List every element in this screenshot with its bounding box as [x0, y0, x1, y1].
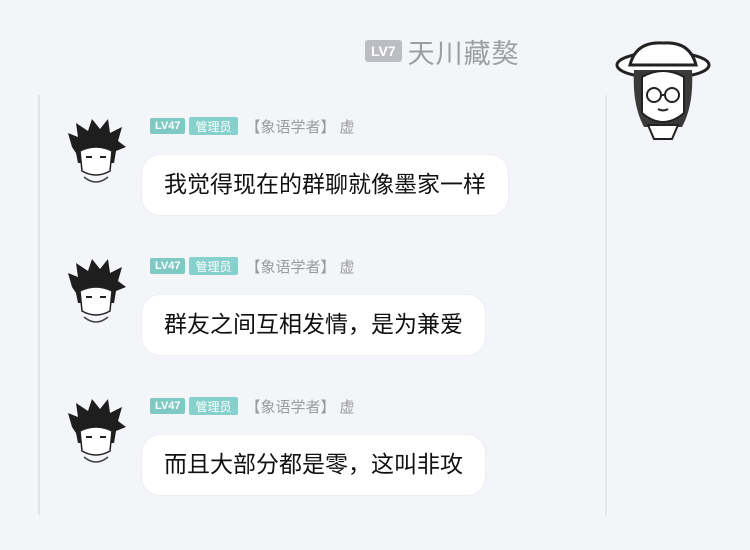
- role-badge: 管理员: [189, 257, 238, 275]
- sender-badges: LV47 管理员 【象语学者】 虚: [150, 255, 355, 277]
- level-badge: LV47: [150, 258, 186, 274]
- message-bubble[interactable]: 而且大部分都是零，这叫非攻: [142, 435, 485, 495]
- message-row: LV47 管理员 【象语学者】 虚 而且大部分都是零，这叫非攻: [0, 385, 750, 515]
- sender-avatar[interactable]: [66, 117, 126, 187]
- sender-nickname[interactable]: 虚: [340, 256, 355, 277]
- message-bubble[interactable]: 群友之间互相发情，是为兼爱: [142, 295, 485, 355]
- message-row: LV47 管理员 【象语学者】 虚 群友之间互相发情，是为兼爱: [0, 245, 750, 375]
- level-badge: LV47: [150, 118, 186, 134]
- role-badge: 管理员: [189, 117, 238, 135]
- message-row: LV47 管理员 【象语学者】 虚 我觉得现在的群聊就像墨家一样: [0, 105, 750, 235]
- sender-nickname[interactable]: 虚: [340, 396, 355, 417]
- message-bubble[interactable]: 我觉得现在的群聊就像墨家一样: [142, 155, 508, 215]
- role-badge: 管理员: [189, 397, 238, 415]
- level-badge: LV47: [150, 398, 186, 414]
- sender-avatar[interactable]: [66, 257, 126, 327]
- sender-nickname[interactable]: 虚: [340, 116, 355, 137]
- title-tag: 【象语学者】: [245, 257, 336, 276]
- sender-badges: LV47 管理员 【象语学者】 虚: [150, 115, 355, 137]
- sender-avatar[interactable]: [66, 397, 126, 467]
- title-tag: 【象语学者】: [245, 117, 336, 136]
- self-level-badge: LV7: [365, 40, 402, 62]
- chat-area: LV7 天川藏獒 LV47 管理员 【象语学者】 虚 我觉得现在的群聊就像墨家一…: [0, 0, 750, 550]
- title-tag: 【象语学者】: [245, 397, 336, 416]
- self-nickname: 天川藏獒: [407, 38, 520, 70]
- self-header: LV7 天川藏獒: [365, 35, 520, 70]
- sender-badges: LV47 管理员 【象语学者】 虚: [150, 395, 355, 417]
